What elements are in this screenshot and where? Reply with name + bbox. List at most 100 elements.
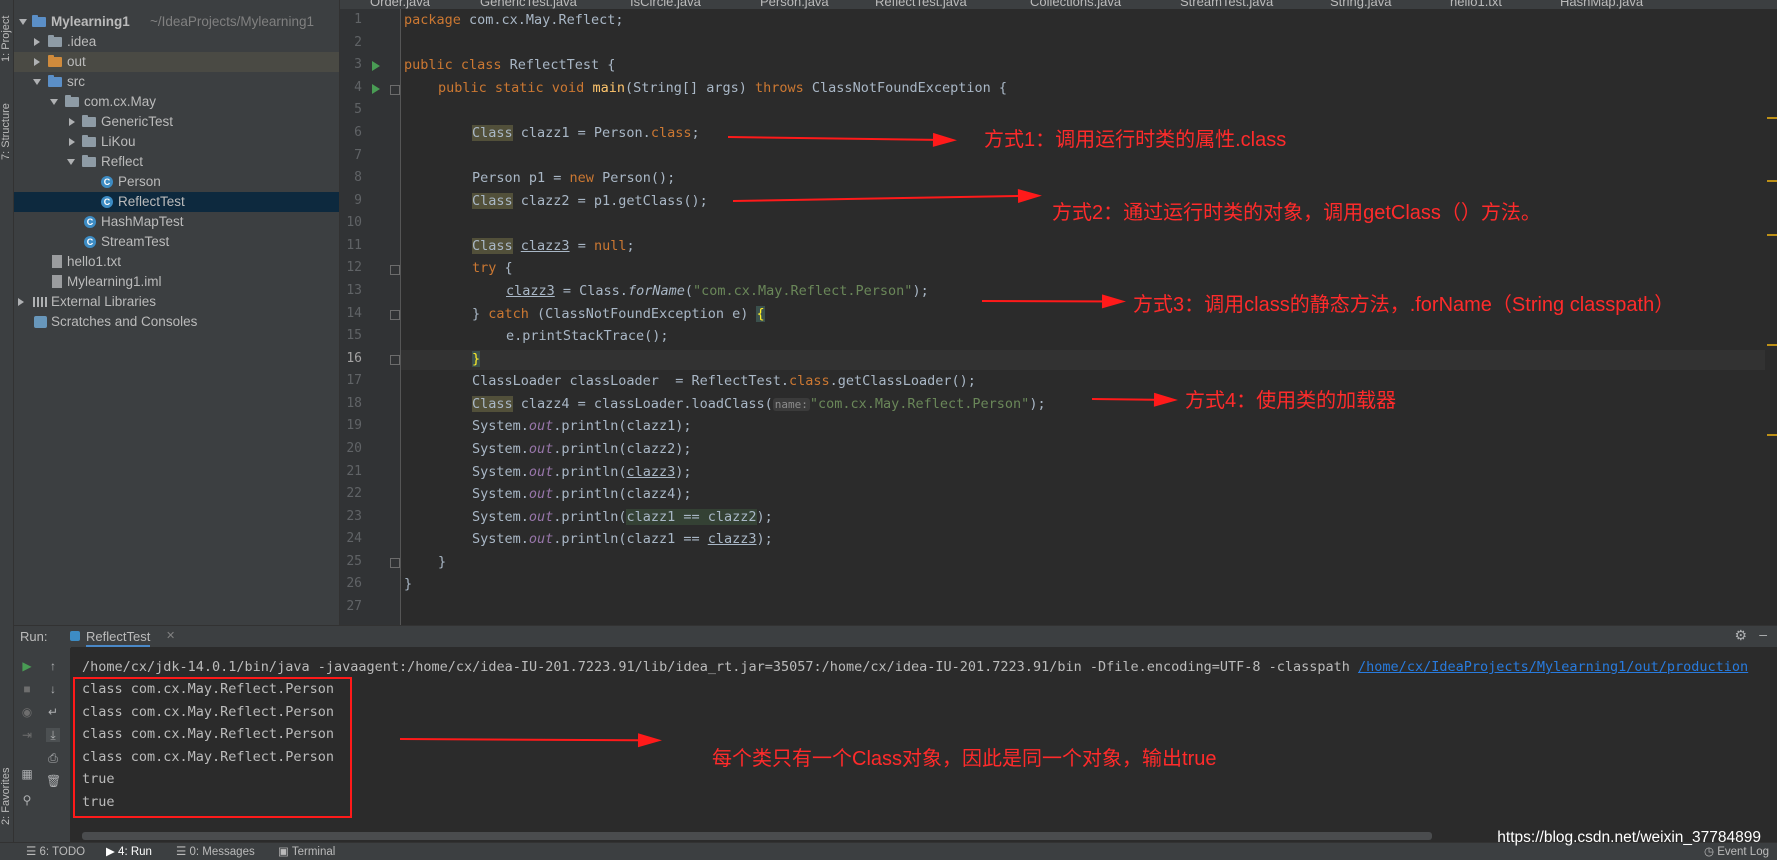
scratch-icon bbox=[34, 316, 47, 328]
tree-item-generictest[interactable]: GenericTest bbox=[14, 112, 339, 132]
exit-icon[interactable]: ⇥ bbox=[20, 728, 34, 742]
fold-marker-icon[interactable] bbox=[390, 310, 400, 320]
editor-tab[interactable]: HashMap.java bbox=[1560, 0, 1643, 9]
tree-label: .idea bbox=[67, 34, 97, 49]
tree-item-streamtest[interactable]: C StreamTest bbox=[14, 232, 339, 252]
run-main-icon[interactable] bbox=[372, 84, 380, 94]
structure-tool-tab[interactable]: 7: Structure bbox=[0, 80, 13, 160]
stop-icon[interactable]: ■ bbox=[20, 682, 34, 696]
tree-label: LiKou bbox=[101, 134, 136, 149]
chevron-right-icon[interactable] bbox=[69, 138, 75, 146]
tree-label: Scratches and Consoles bbox=[51, 314, 198, 329]
tree-item-likou[interactable]: LiKou bbox=[14, 132, 339, 152]
warning-mark[interactable] bbox=[1767, 344, 1777, 346]
chevron-down-icon[interactable] bbox=[33, 79, 41, 85]
minimize-icon[interactable]: – bbox=[1759, 626, 1767, 642]
tree-item-scratches[interactable]: Scratches and Consoles bbox=[14, 312, 339, 332]
horizontal-scrollbar[interactable] bbox=[82, 832, 1432, 840]
rerun-icon[interactable]: ▶ bbox=[20, 659, 34, 673]
close-icon[interactable]: ✕ bbox=[166, 629, 175, 642]
warning-mark[interactable] bbox=[1767, 434, 1777, 436]
line-number: 22 bbox=[346, 486, 362, 501]
line-number: 1 bbox=[354, 12, 362, 27]
chevron-right-icon[interactable] bbox=[34, 58, 40, 66]
fold-marker-icon[interactable] bbox=[390, 85, 400, 95]
warning-mark[interactable] bbox=[1767, 180, 1777, 182]
editor-tab[interactable]: IsCircle.java bbox=[630, 0, 701, 9]
code-line-9: Class clazz2 = p1.getClass(); bbox=[472, 193, 708, 209]
tree-item-reflect[interactable]: Reflect bbox=[14, 152, 339, 172]
chevron-right-icon[interactable] bbox=[69, 118, 75, 126]
soft-wrap-icon[interactable]: ↵ bbox=[46, 705, 60, 719]
class-icon: C bbox=[101, 196, 113, 208]
warning-mark[interactable] bbox=[1767, 234, 1777, 236]
run-toolbar: ▶ ■ ◉ ⇥ ▦ ⚲ ↑ ↓ ↵ ⤓ ⎙ 🗑 bbox=[14, 647, 70, 842]
output-highlight-box bbox=[73, 677, 352, 818]
project-tool-tab[interactable]: 1: Project bbox=[0, 2, 13, 62]
code-line-8: Person p1 = new Person(); bbox=[472, 170, 676, 186]
chevron-down-icon[interactable] bbox=[50, 99, 58, 105]
line-number: 24 bbox=[346, 531, 362, 546]
tree-item-external-libraries[interactable]: External Libraries bbox=[14, 292, 339, 312]
error-stripe[interactable] bbox=[1765, 9, 1777, 625]
code-line-21: System.out.println(clazz3); bbox=[472, 464, 692, 480]
run-tab-reflecttest[interactable]: ReflectTest bbox=[86, 629, 151, 647]
pin-icon[interactable]: ⚲ bbox=[20, 793, 34, 807]
run-class-icon[interactable] bbox=[372, 61, 380, 71]
code-line-4: public static void main(String[] args) t… bbox=[438, 80, 1007, 96]
tree-item-person[interactable]: C Person bbox=[14, 172, 339, 192]
down-arrow-icon[interactable]: ↓ bbox=[46, 682, 60, 696]
tree-item-mylearning1-iml[interactable]: Mylearning1.iml bbox=[14, 272, 339, 292]
parameter-hint: name: bbox=[772, 398, 810, 411]
gear-icon[interactable]: ⚙ bbox=[1734, 627, 1747, 644]
tree-item-out[interactable]: out bbox=[14, 52, 339, 72]
tree-label: GenericTest bbox=[101, 114, 174, 129]
code-line-19: System.out.println(clazz1); bbox=[472, 418, 692, 434]
text-file-icon bbox=[52, 255, 62, 268]
fold-marker-icon[interactable] bbox=[390, 265, 400, 275]
camera-icon[interactable]: ◉ bbox=[20, 705, 34, 719]
scroll-to-end-icon[interactable]: ⤓ bbox=[46, 728, 60, 742]
print-icon[interactable]: ⎙ bbox=[46, 751, 60, 765]
editor-tab[interactable]: Collections.java bbox=[1030, 0, 1121, 9]
favorites-tool-tab[interactable]: 2: Favorites bbox=[0, 745, 13, 825]
tree-item-hashmaptest[interactable]: C HashMapTest bbox=[14, 212, 339, 232]
chevron-down-icon[interactable] bbox=[19, 19, 27, 25]
chevron-right-icon[interactable] bbox=[18, 298, 24, 306]
terminal-tool-button[interactable]: ▣ Terminal bbox=[278, 844, 335, 858]
library-icon bbox=[33, 297, 47, 307]
line-number: 7 bbox=[354, 148, 362, 163]
warning-mark[interactable] bbox=[1767, 117, 1777, 119]
code-line-11: Class clazz3 = null; bbox=[472, 238, 635, 254]
class-icon: C bbox=[84, 216, 96, 228]
tree-item-hello1-txt[interactable]: hello1.txt bbox=[14, 252, 339, 272]
fold-marker-icon[interactable] bbox=[390, 558, 400, 568]
messages-tool-button[interactable]: ☰ 0: Messages bbox=[176, 844, 255, 858]
watermark: https://blog.csdn.net/weixin_37784899 bbox=[1497, 829, 1761, 846]
chevron-down-icon[interactable] bbox=[67, 159, 75, 165]
run-tool-button[interactable]: ▶ 4: Run bbox=[106, 844, 152, 858]
trash-icon[interactable]: 🗑 bbox=[46, 774, 61, 788]
annotation-text-5: 每个类只有一个Class对象，因此是同一个对象，输出true bbox=[712, 748, 1217, 770]
editor-tab[interactable]: String.java bbox=[1330, 0, 1391, 9]
chevron-right-icon[interactable] bbox=[34, 38, 40, 46]
up-arrow-icon[interactable]: ↑ bbox=[46, 659, 60, 673]
editor-tab[interactable]: hello1.txt bbox=[1450, 0, 1502, 9]
todo-tool-button[interactable]: ☰ 6: TODO bbox=[26, 844, 85, 858]
fold-marker-icon[interactable] bbox=[390, 355, 400, 365]
editor-tab[interactable]: Order.java bbox=[370, 0, 430, 9]
tree-item-mylearning1[interactable]: Mylearning1 ~/IdeaProjects/Mylearning1 bbox=[14, 12, 339, 32]
editor-tab[interactable]: Person.java bbox=[760, 0, 829, 9]
tree-item-idea[interactable]: .idea bbox=[14, 32, 339, 52]
editor-tab-active[interactable]: ReflectTest.java bbox=[875, 0, 967, 9]
layout-icon[interactable]: ▦ bbox=[20, 767, 34, 781]
code-editor[interactable]: package com.cx.May.Reflect; public class… bbox=[401, 9, 1777, 625]
editor-tab[interactable]: StreamTest.java bbox=[1180, 0, 1273, 9]
tree-item-src[interactable]: src bbox=[14, 72, 339, 92]
editor-tab[interactable]: GenericTest.java bbox=[480, 0, 577, 9]
tree-item-com-cx-may[interactable]: com.cx.May bbox=[14, 92, 339, 112]
tree-item-reflecttest[interactable]: C ReflectTest bbox=[14, 192, 339, 212]
classpath-link[interactable]: /home/cx/IdeaProjects/Mylearning1/out/pr… bbox=[1358, 659, 1748, 675]
excluded-folder-icon bbox=[48, 55, 62, 67]
line-number: 12 bbox=[346, 260, 362, 275]
